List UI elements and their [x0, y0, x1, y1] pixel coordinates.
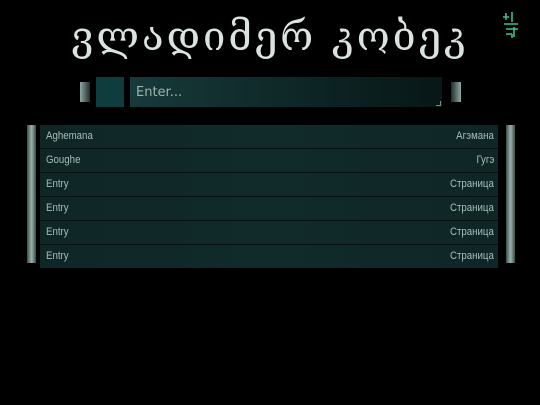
app-window: ვლადიმერ კობეკ Aghemana Агэмана Goughe Г…	[0, 0, 540, 405]
app-title: ვლადიმერ კობეკ	[71, 14, 469, 60]
search-bar	[80, 77, 461, 107]
list-item-term: Aghemana	[46, 130, 93, 142]
language-glyph-icon[interactable]	[500, 10, 522, 40]
list-item-translation: Страница	[450, 250, 494, 262]
input-resize-grip-icon	[436, 101, 441, 106]
search-button[interactable]	[96, 77, 124, 107]
results-list: Aghemana Агэмана Goughe Гугэ Entry Стран…	[40, 125, 498, 268]
list-item-term: Entry	[46, 202, 69, 214]
search-bar-left-cap	[80, 82, 90, 102]
list-item-term: Entry	[46, 250, 69, 262]
search-input[interactable]	[130, 77, 442, 107]
list-scrollbar[interactable]	[506, 125, 515, 263]
list-item-translation: Страница	[450, 202, 494, 214]
list-item-term: Goughe	[46, 154, 81, 166]
list-item-translation: Страница	[450, 226, 494, 238]
results-panel: Aghemana Агэмана Goughe Гугэ Entry Стран…	[27, 125, 515, 268]
list-item-translation: Гугэ	[476, 154, 494, 166]
list-item-translation: Страница	[450, 178, 494, 190]
list-item[interactable]: Entry Страница	[40, 197, 498, 221]
list-left-rail	[27, 125, 36, 263]
list-item[interactable]: Goughe Гугэ	[40, 149, 498, 173]
list-item-term: Entry	[46, 178, 69, 190]
list-item[interactable]: Entry Страница	[40, 245, 498, 268]
list-item-term: Entry	[46, 226, 69, 238]
list-item[interactable]: Entry Страница	[40, 173, 498, 197]
search-bar-right-cap	[451, 82, 461, 102]
list-item-translation: Агэмана	[456, 130, 494, 142]
list-item[interactable]: Aghemana Агэмана	[40, 125, 498, 149]
list-item[interactable]: Entry Страница	[40, 221, 498, 245]
